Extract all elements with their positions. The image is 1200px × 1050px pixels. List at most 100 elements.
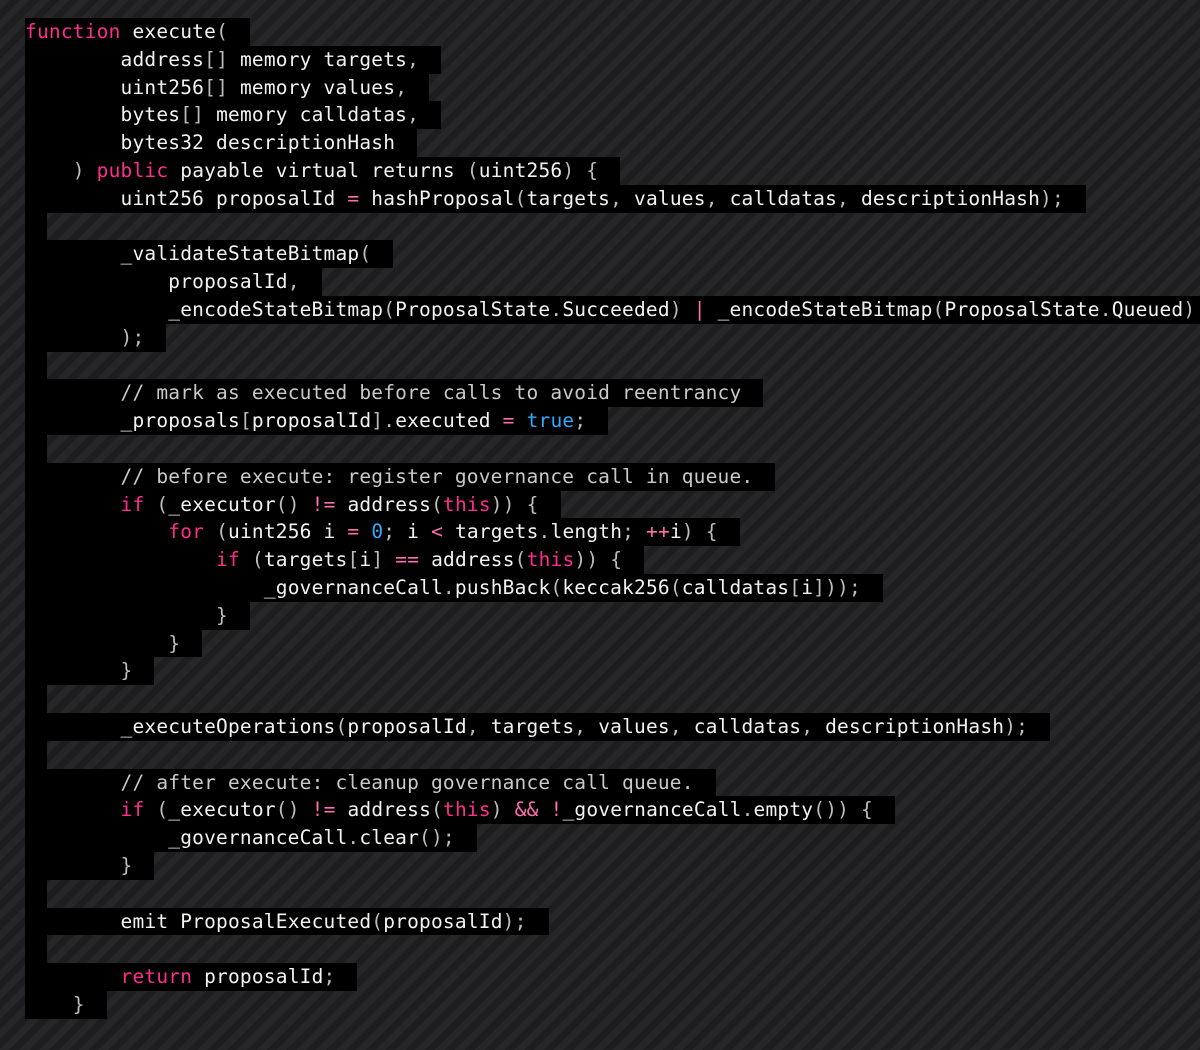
code-token: uint256 i (228, 520, 348, 544)
code-line-content: proposalId, (25, 268, 322, 296)
code-token: [ (239, 409, 252, 433)
code-token: )) (574, 548, 599, 572)
code-token: ( (335, 714, 348, 738)
code-token: function (25, 20, 121, 43)
code-token: , (610, 186, 623, 210)
code-line-content: // after execute: cleanup governance cal… (25, 768, 716, 797)
code-token: this (526, 548, 575, 572)
code-line-content: return proposalId; (25, 963, 358, 991)
code-token: if (216, 548, 240, 572)
code-line-content: function execute( (25, 18, 251, 46)
code-token: ( (550, 575, 563, 599)
code-line: _validateStateBitmap( (25, 240, 1175, 269)
code-token: ( (216, 20, 229, 43)
code-token: [ (347, 548, 360, 572)
code-line: address[] memory targets, (25, 45, 1175, 74)
code-token: for (168, 520, 205, 544)
code-token: . (741, 798, 754, 822)
code-token: { (610, 548, 623, 572)
code-token: values (586, 714, 670, 738)
code-token: } (72, 992, 85, 1016)
code-token: ( (431, 492, 444, 516)
code-line-content: } (25, 601, 250, 630)
code-token: uint256 (478, 158, 563, 182)
code-token: ProposalState (944, 297, 1100, 321)
code-token: . (1099, 297, 1112, 321)
code-token: ); (502, 909, 527, 933)
code-token: , (574, 714, 587, 738)
code-token: ) (669, 297, 682, 321)
code-token: _governanceCall (562, 798, 742, 822)
code-token: ) (1183, 297, 1196, 321)
code-token: _validateStateBitmap (120, 242, 360, 266)
code-token: = (347, 520, 360, 544)
code-token: execute (132, 20, 217, 43)
code-token: = (347, 186, 360, 210)
code-token: i (801, 575, 814, 599)
code-token: i (395, 520, 432, 544)
code-token: public (96, 158, 169, 182)
code-token: calldatas (681, 575, 790, 599)
code-line-content: // mark as executed before calls to avoi… (25, 379, 764, 408)
code-token: clear (359, 826, 420, 850)
code-token: ] (371, 409, 384, 433)
code-line-content: // before execute: register governance c… (25, 462, 776, 491)
code-token: != (311, 798, 336, 822)
code-line-content: } (25, 851, 155, 880)
code-token: i (359, 548, 372, 572)
code-token: _executor (168, 492, 276, 516)
code-token: ( (251, 548, 264, 572)
code-line (25, 879, 1175, 908)
code-token: _encodeStateBitmap (168, 297, 384, 321)
code-token: _proposals (120, 409, 240, 433)
code-line: } (25, 657, 1175, 686)
code-token: [] (180, 103, 205, 127)
code-editor[interactable]: function execute( address[] memory targe… (25, 18, 1200, 1019)
code-token: payable virtual returns (168, 158, 467, 182)
code-line: } (25, 629, 1175, 658)
code-token: address (335, 492, 432, 516)
code-token: ); (120, 325, 145, 349)
code-token: Succeeded (562, 297, 670, 321)
code-line: uint256[] memory values, (25, 73, 1175, 102)
code-line: } (25, 990, 1175, 1019)
code-token: , (801, 714, 814, 738)
code-token: memory targets (228, 47, 408, 71)
code-token: bytes (120, 103, 181, 127)
code-token: memory values (228, 75, 396, 99)
code-token: { (861, 798, 873, 822)
code-line: } (25, 851, 1175, 880)
code-token: , (705, 186, 718, 210)
code-token: (); (419, 826, 455, 850)
code-line: if (targets[i] == address(this)) { (25, 546, 1175, 574)
code-token: . (383, 409, 396, 433)
code-token: _encodeStateBitmap (705, 297, 933, 321)
code-token: , (395, 75, 408, 99)
code-token: _executor (168, 798, 276, 822)
code-token: bytes32 descriptionHash (120, 131, 396, 155)
code-token: ; (383, 520, 396, 544)
code-line: for (uint256 i = 0; i < targets.length; … (25, 518, 1175, 547)
code-token: // after execute: cleanup governance cal… (120, 770, 694, 794)
code-token: proposalId (347, 714, 467, 738)
code-line-content: emit ProposalExecuted(proposalId); (25, 907, 549, 936)
